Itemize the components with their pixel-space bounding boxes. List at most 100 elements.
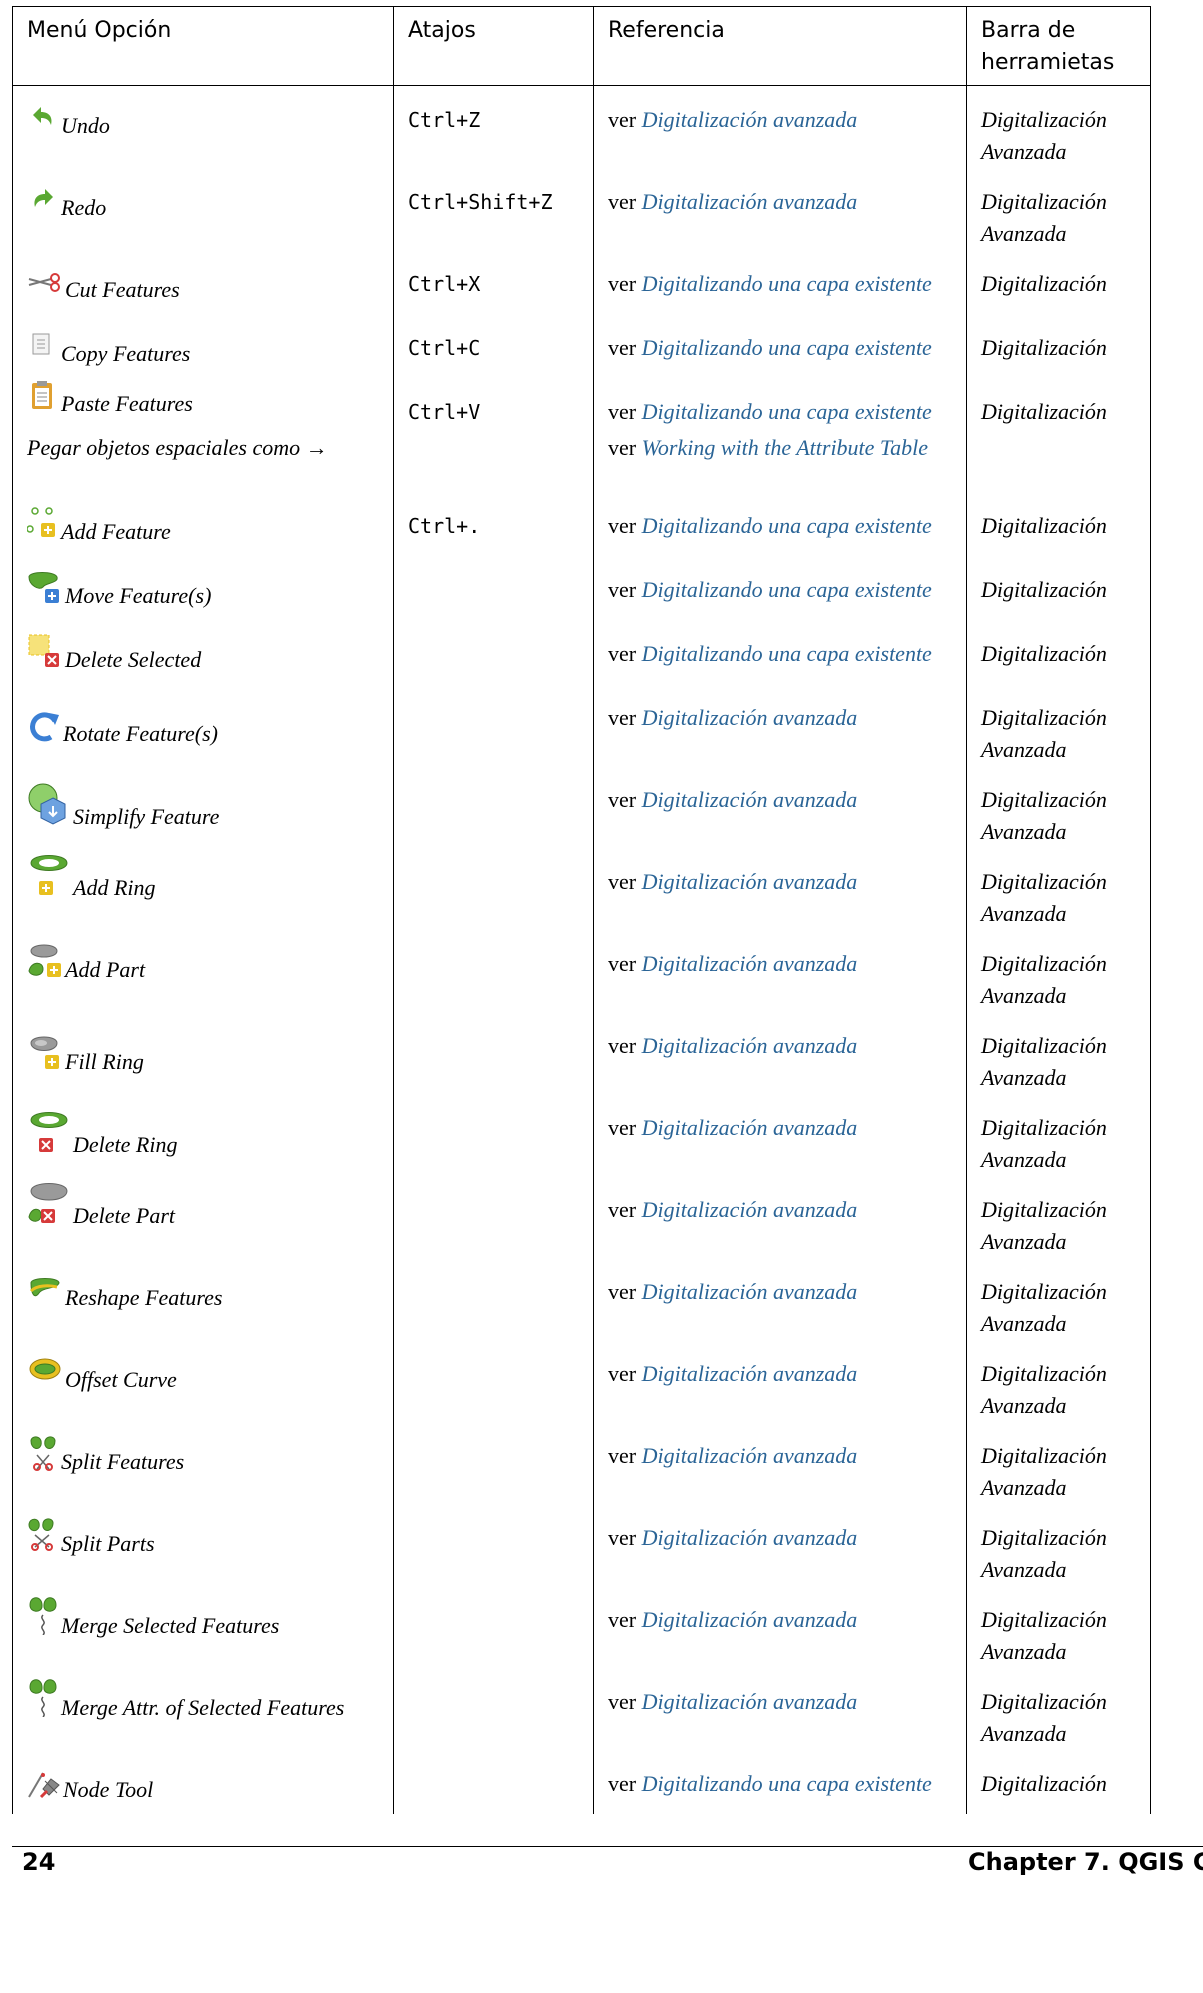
menu-option-label: Node Tool (63, 1777, 154, 1802)
menu-option-cell: Undo (12, 85, 394, 168)
reference-link[interactable]: Digitalización avanzada (642, 1115, 858, 1140)
shortcut-cell (393, 766, 594, 848)
keyboard-shortcut (408, 1258, 579, 1276)
header-shortcut: Atajos (393, 6, 594, 86)
toolbar-cell: Digitalización Avanzada (966, 930, 1151, 1012)
table-row: Merge Selected Features ver Digitalizació… (12, 1586, 1151, 1668)
reference-prefix: ver (608, 577, 637, 602)
menu-option-cell: Pegar objetos espaciales como → (12, 428, 394, 492)
reference-prefix: ver (608, 1771, 637, 1796)
reference-prefix: ver (608, 107, 637, 132)
toolbar-cell: Digitalización (966, 378, 1151, 428)
reference-link[interactable]: Digitalizando una capa existente (642, 641, 932, 666)
reference-prefix: ver (608, 1689, 637, 1714)
split-parts-icon (27, 1517, 59, 1562)
copy-icon (27, 331, 59, 372)
menu-option-cell: Merge Attr. of Selected Features (12, 1668, 394, 1750)
menu-option-label: Copy Features (61, 341, 191, 366)
header-reference: Referencia (593, 6, 967, 86)
reference-link[interactable]: Digitalización avanzada (642, 1197, 858, 1222)
reference-link[interactable]: Digitalización avanzada (642, 1607, 858, 1632)
paste-icon (27, 379, 59, 422)
reference-link[interactable]: Digitalización avanzada (642, 1033, 858, 1058)
reference-link[interactable]: Digitalización avanzada (642, 951, 858, 976)
keyboard-shortcut (408, 1422, 579, 1440)
reference-link[interactable]: Digitalización avanzada (642, 869, 858, 894)
reference-link[interactable]: Digitalización avanzada (642, 1361, 858, 1386)
reference-link[interactable]: Digitalización avanzada (642, 1443, 858, 1468)
reference-link[interactable]: Digitalización avanzada (642, 705, 858, 730)
reference-link[interactable]: Working with the Attribute Table (642, 435, 928, 460)
keyboard-shortcut (408, 1750, 579, 1768)
header-toolbar: Barra de herramietas (966, 6, 1151, 86)
shortcut-cell: Ctrl+Z (393, 85, 594, 168)
toolbar-cell: Digitalización Avanzada (966, 766, 1151, 848)
table-row: Offset Curve ver Digitalización avanzada D… (12, 1340, 1151, 1422)
toolbar-cell: Digitalización Avanzada (966, 1504, 1151, 1586)
table-row: Redo Ctrl+Shift+Z ver Digitalización avanz… (12, 168, 1151, 250)
reference-cell: ver Digitalizando una capa existente (593, 620, 967, 684)
reference-link[interactable]: Digitalizando una capa existente (642, 1771, 932, 1796)
menu-option-cell: Split Parts (12, 1504, 394, 1586)
reference-link[interactable]: Digitalizando una capa existente (642, 335, 932, 360)
toolbar-name: Digitalización Avanzada (981, 787, 1107, 844)
reference-prefix: ver (608, 189, 637, 214)
footer-rule (12, 1846, 1203, 1847)
table-row: Undo Ctrl+Z ver Digitalización avanzada Dig… (12, 85, 1151, 168)
reference-prefix: ver (608, 1279, 637, 1304)
shortcut-cell (393, 684, 594, 766)
reference-link[interactable]: Digitalizando una capa existente (642, 271, 932, 296)
menu-option-label: Add Ring (73, 875, 156, 900)
menu-option-label: Rotate Feature(s) (63, 721, 218, 746)
reference-link[interactable]: Digitalización avanzada (642, 1525, 858, 1550)
reference-link[interactable]: Digitalización avanzada (642, 1279, 858, 1304)
reference-cell: ver Digitalización avanzada (593, 1586, 967, 1668)
merge-icon (27, 1595, 59, 1644)
menu-option-cell: Redo (12, 168, 394, 250)
menu-option-label: Merge Selected Features (61, 1613, 280, 1638)
shortcut-cell (393, 1668, 594, 1750)
reference-link[interactable]: Digitalizando una capa existente (642, 399, 932, 424)
toolbar-cell: Digitalización Avanzada (966, 848, 1151, 930)
toolbar-name: Digitalización (981, 399, 1107, 424)
toolbar-cell: Digitalización Avanzada (966, 168, 1151, 250)
reference-cell: ver Digitalización avanzada (593, 1340, 967, 1422)
menu-option-cell: Merge Selected Features (12, 1586, 394, 1668)
reference-link[interactable]: Digitalización avanzada (642, 189, 858, 214)
undo-icon (27, 103, 59, 144)
shortcut-cell (393, 1176, 594, 1258)
reshape-icon (27, 1277, 63, 1316)
reference-cell: ver Digitalización avanzada (593, 1094, 967, 1176)
reference-prefix: ver (608, 705, 637, 730)
table-header-row: Menú Opción Atajos Referencia Barra de h… (12, 6, 1151, 86)
reference-link[interactable]: Digitalizando una capa existente (642, 577, 932, 602)
toolbar-name: Digitalización Avanzada (981, 107, 1107, 164)
toolbar-name: Digitalización (981, 577, 1107, 602)
menu-option-label: Redo (61, 195, 107, 220)
toolbar-name: Digitalización Avanzada (981, 1033, 1107, 1090)
reference-link[interactable]: Digitalización avanzada (642, 1689, 858, 1714)
menu-option-cell: Move Feature(s) (12, 556, 394, 620)
add-ring-icon (27, 853, 71, 906)
toolbar-name: Digitalización Avanzada (981, 1115, 1107, 1172)
toolbar-name: Digitalización (981, 1771, 1107, 1796)
reference-prefix: ver (608, 335, 637, 360)
table-row: Paste Features Ctrl+V ver Digitalizando un… (12, 378, 1151, 428)
reference-link[interactable]: Digitalización avanzada (642, 107, 858, 132)
reference-cell: ver Digitalización avanzada (593, 1668, 967, 1750)
menu-option-label: Undo (61, 113, 110, 138)
table-body: Undo Ctrl+Z ver Digitalización avanzada Dig… (12, 85, 1151, 1814)
toolbar-cell: Digitalización Avanzada (966, 1094, 1151, 1176)
menu-option-label: Add Feature (61, 519, 171, 544)
delete-part-icon (27, 1181, 71, 1234)
scissors-icon (27, 271, 63, 308)
menu-option-label: Pegar objetos espaciales como → (27, 435, 328, 460)
reference-link[interactable]: Digitalización avanzada (642, 787, 858, 812)
toolbar-name: Digitalización (981, 335, 1107, 360)
table-row: Add Ring ver Digitalización avanzada Digit… (12, 848, 1151, 930)
chapter-title: Chapter 7. QGIS GU (968, 1848, 1203, 1876)
menu-option-cell: Offset Curve (12, 1340, 394, 1422)
reference-link[interactable]: Digitalizando una capa existente (642, 513, 932, 538)
reference-cell: ver Digitalizando una capa existente (593, 556, 967, 620)
menu-option-label: Delete Ring (73, 1132, 178, 1157)
